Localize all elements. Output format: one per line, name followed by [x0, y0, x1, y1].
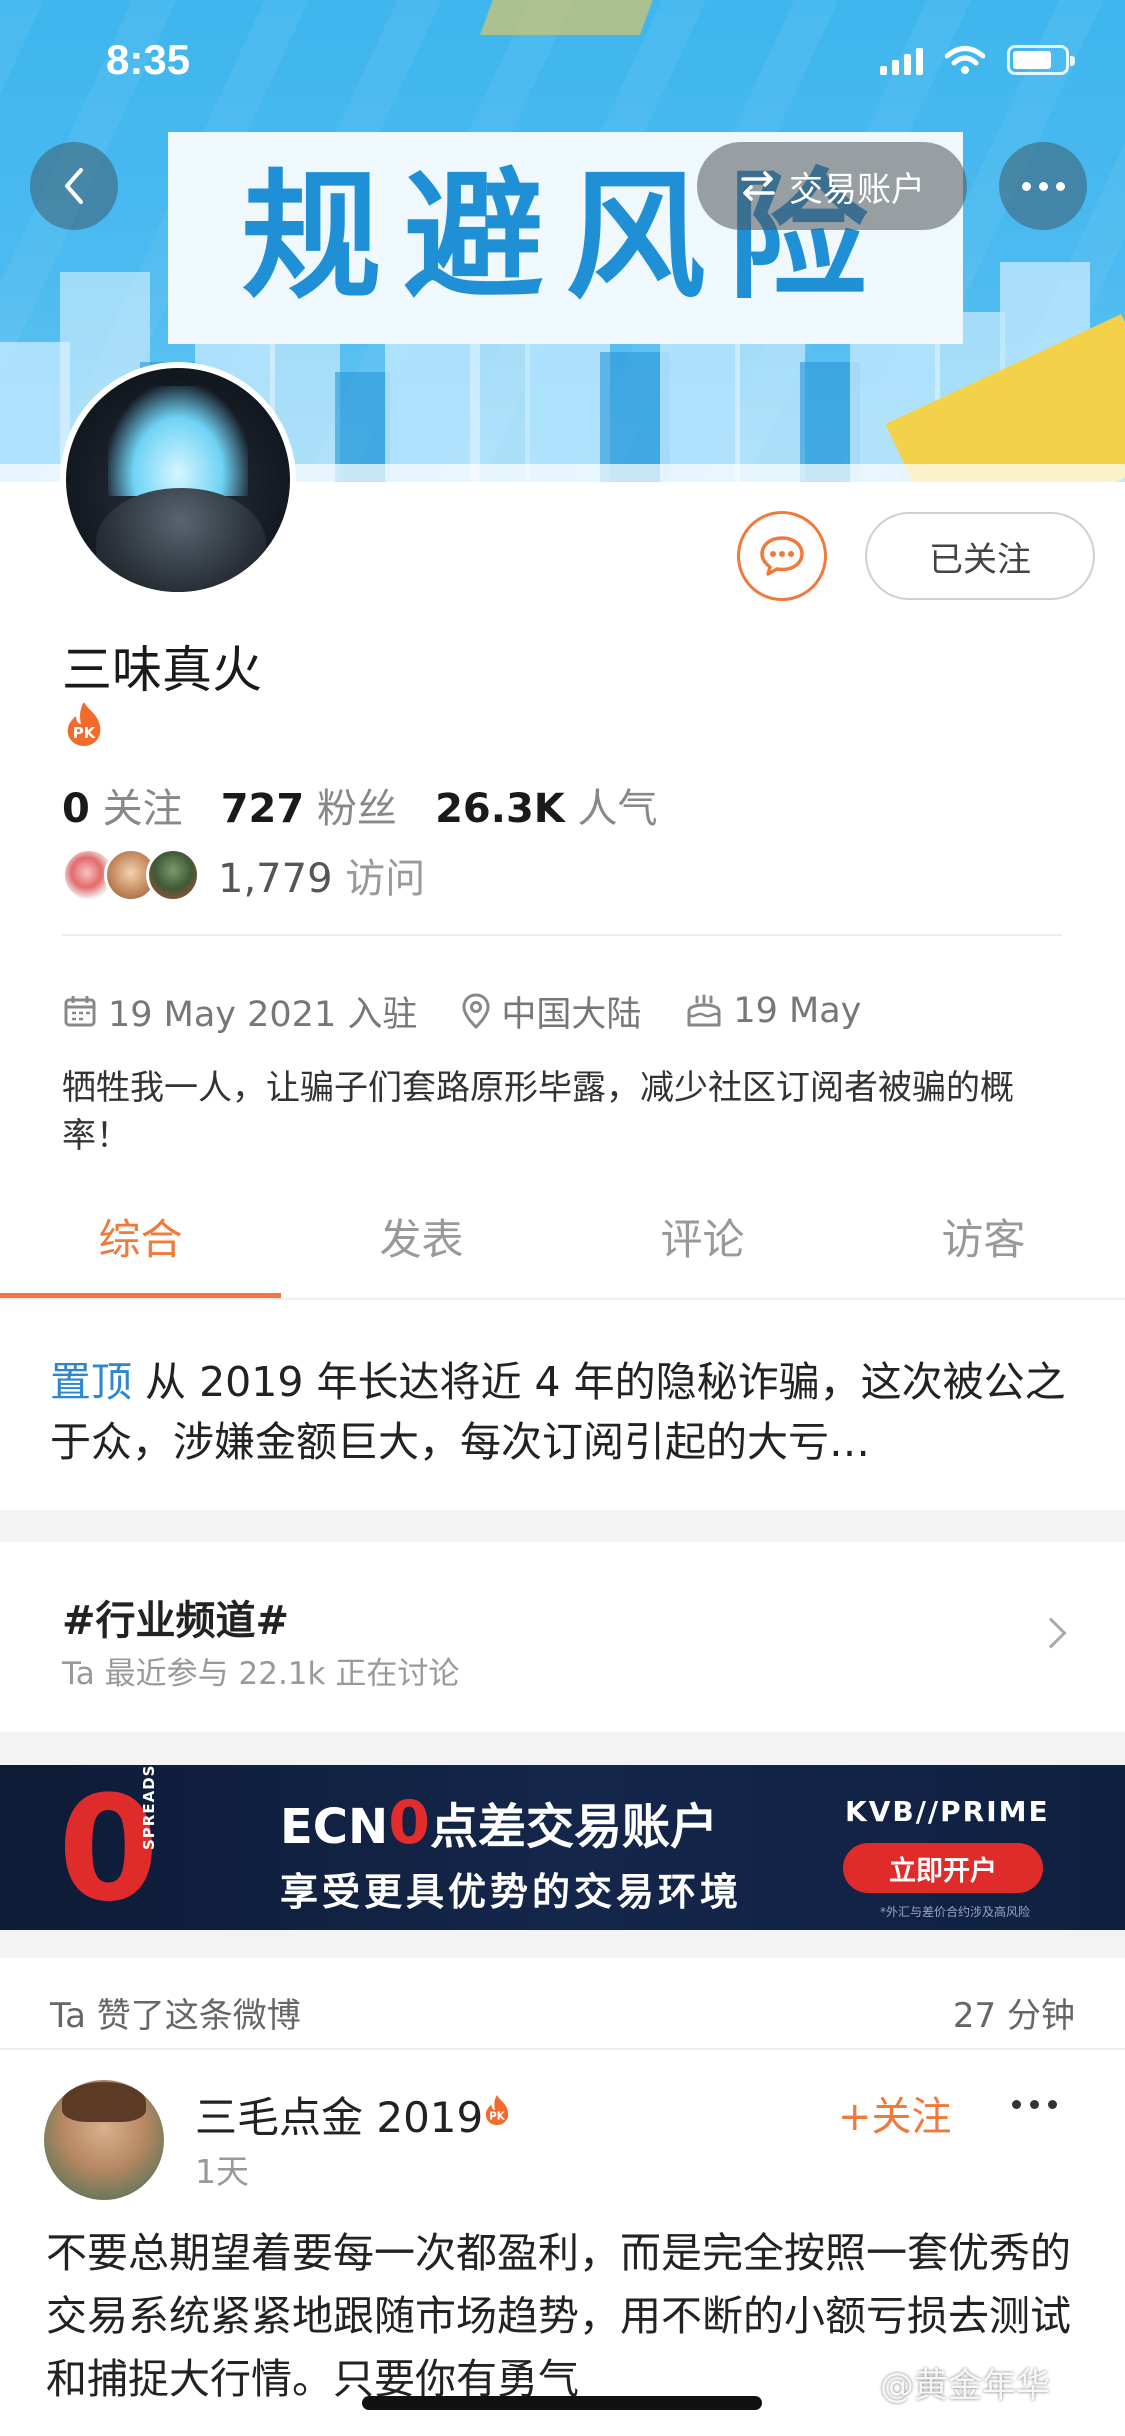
battery-icon — [1007, 45, 1075, 75]
ad-fine-print: *外汇与差价合约涉及高风险 — [880, 1905, 1031, 1919]
profile-bio: 牺牲我一人，让骗子们套路原形毕露，减少社区订阅者被骗的概率！ — [62, 1068, 1014, 1156]
tab-comments[interactable]: 评论 — [562, 1200, 843, 1300]
ad-banner[interactable]: 0 SPREADS ECN0点差交易账户 享受更具优势的交易环境 KVB//PR… — [0, 1765, 1125, 1930]
divider — [0, 2048, 1125, 2050]
activity-time: 27 分钟 — [952, 1996, 1075, 2036]
status-time: 8:35 — [106, 36, 191, 83]
post-more-button[interactable] — [1012, 2100, 1057, 2109]
back-arrow-icon — [65, 168, 83, 204]
wifi-icon — [945, 46, 985, 74]
visitor-avatar — [146, 848, 200, 902]
ad-subline: 享受更具优势的交易环境 — [280, 1870, 743, 1914]
tab-posts[interactable]: 发表 — [281, 1200, 562, 1300]
profile-avatar[interactable] — [60, 362, 296, 598]
stat-following[interactable]: 0 关注 — [62, 786, 183, 832]
ad-spreads-label: SPREADS — [140, 1765, 158, 1850]
stat-fans[interactable]: 727 粉丝 — [221, 786, 397, 832]
post-follow-button[interactable]: +关注 — [838, 2084, 952, 2142]
section-gap — [0, 1510, 1125, 1542]
visitors-row[interactable]: 1,779 访问 — [62, 847, 425, 903]
followed-button[interactable]: 已关注 — [865, 512, 1095, 600]
section-gap — [0, 1930, 1125, 1958]
cellular-signal-icon — [880, 45, 923, 75]
profile-name: 三味真火 — [62, 641, 262, 699]
message-button[interactable] — [737, 511, 827, 601]
calendar-icon — [64, 996, 96, 1027]
visit-count: 1,779 访问 — [218, 856, 426, 902]
stat-popularity: 26.3K 人气 — [435, 786, 658, 832]
back-button[interactable] — [30, 142, 118, 230]
chevron-right-icon — [1035, 1617, 1067, 1649]
watermark: @黄金年华 — [880, 2366, 1050, 2406]
ad-open-account-button[interactable]: 立即开户 — [843, 1843, 1043, 1893]
section-gap — [0, 1732, 1125, 1765]
profile-tabs: 综合 发表 评论 访客 — [0, 1200, 1125, 1300]
svg-text:PK: PK — [489, 2112, 505, 2123]
birthday-cake-icon — [687, 994, 721, 1027]
location-pin-icon — [462, 993, 490, 1030]
birthday: 19 May — [733, 991, 862, 1031]
pinned-post[interactable]: 置顶 从 2019 年长达将近 4 年的隐秘诈骗，这次被公之于众，涉嫌金额巨大，… — [50, 1352, 1085, 1472]
profile-meta: 19 May 2021 入驻 中国大陆 19 May — [62, 986, 891, 1036]
tab-visitors[interactable]: 访客 — [843, 1200, 1124, 1300]
divider — [62, 934, 1062, 936]
swap-icon — [741, 171, 775, 201]
banner-decor — [479, 0, 661, 35]
home-indicator — [362, 2396, 762, 2410]
post-author-avatar[interactable] — [44, 2080, 164, 2200]
status-icons — [880, 40, 1075, 80]
trade-account-label: 交易账户 — [789, 169, 925, 210]
topic-subtitle: Ta 最近参与 22.1k 正在讨论 — [62, 1656, 460, 1692]
tab-overview[interactable]: 综合 — [0, 1200, 281, 1300]
pinned-text: 从 2019 年长达将近 4 年的隐秘诈骗，这次被公之于众，涉嫌金额巨大，每次订… — [50, 1358, 1066, 1466]
chat-icon — [760, 536, 804, 576]
activity-title: Ta 赞了这条微博 — [50, 1996, 301, 2036]
profile-stats: 0 关注 727 粉丝 26.3K 人气 — [62, 776, 658, 834]
more-icon — [1021, 181, 1065, 191]
topic-title: #行业频道# — [62, 1598, 290, 1644]
ad-headline: ECN0点差交易账户 — [280, 1788, 718, 1858]
svg-text:PK: PK — [73, 724, 97, 742]
pinned-tag: 置顶 — [50, 1358, 132, 1406]
joined-date: 19 May 2021 入驻 — [108, 994, 418, 1035]
post-time: 1天 — [195, 2152, 249, 2191]
location: 中国大陆 — [501, 994, 642, 1035]
more-options-button[interactable] — [999, 142, 1087, 230]
trade-account-button[interactable]: 交易账户 — [697, 142, 967, 230]
post-author-name[interactable]: 三毛点金 2019 — [195, 2084, 483, 2145]
ad-brand-logo: KVB//PRIME — [845, 1795, 1050, 1828]
tabs-divider — [0, 1298, 1125, 1300]
pk-flame-icon: PK — [67, 702, 101, 746]
pk-flame-icon: PK — [485, 2095, 509, 2125]
